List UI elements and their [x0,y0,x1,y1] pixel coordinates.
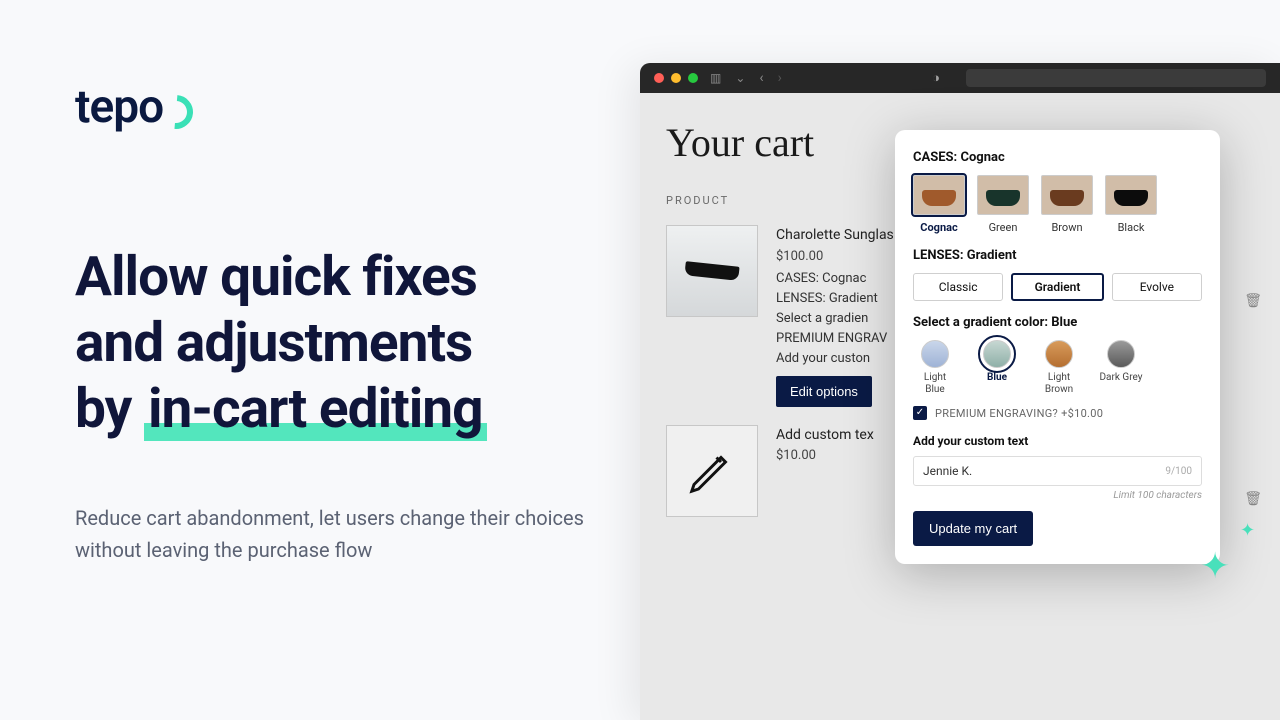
checkbox-checked-icon[interactable] [913,406,927,420]
swatch-label: Brown [1051,221,1082,234]
sidebar-toggle-icon[interactable]: ▥ [710,71,721,85]
swatch-label: Cognac [920,221,957,234]
traffic-lights [654,73,698,83]
product-name: Add custom tex [776,425,874,447]
product-option: PREMIUM ENGRAV [776,329,894,349]
cases-label: CASES: Cognac [913,150,1202,165]
color-label: Light Brown [1037,372,1081,396]
headline: Allow quick fixes and adjustments by in-… [75,244,585,442]
maximize-window-icon[interactable] [688,73,698,83]
case-option-cognac[interactable]: Cognac [913,175,965,234]
gradient-color-light-brown[interactable]: Light Brown [1037,340,1081,396]
product-price: $100.00 [776,247,894,267]
gradient-colors: Light Blue Blue Light Brown Dark Grey [913,340,1202,396]
product-option: CASES: Cognac [776,269,894,289]
toolbar-icons: ▥ ⌄ ‹ › [710,70,782,86]
product-thumbnail [666,425,758,517]
minimize-window-icon[interactable] [671,73,681,83]
custom-text-input[interactable]: Jennie K. 9/100 [913,456,1202,486]
swatch-label: Black [1118,221,1145,234]
headline-line2: and adjustments [75,311,472,375]
char-count: 9/100 [1165,466,1192,477]
edit-options-popover: CASES: Cognac Cognac Green Brown Black L… [895,130,1220,564]
lens-option-evolve[interactable]: Evolve [1112,273,1202,301]
delete-icon[interactable]: 🗑 [1244,491,1262,507]
forward-icon[interactable]: › [778,70,782,86]
lens-options: Classic Gradient Evolve [913,273,1202,301]
swatch-label: Green [989,221,1018,234]
back-icon[interactable]: ‹ [759,70,763,86]
lenses-label: LENSES: Gradient [913,248,1202,263]
close-window-icon[interactable] [654,73,664,83]
custom-text-label: Add your custom text [913,434,1202,448]
product-option: Add your custon [776,349,894,369]
logo: tepo [75,80,585,134]
update-cart-button[interactable]: Update my cart [913,511,1033,546]
case-swatches: Cognac Green Brown Black [913,175,1202,234]
color-label: Dark Grey [1099,372,1143,384]
headline-highlight: in-cart editing [144,377,487,441]
gradient-color-dark-grey[interactable]: Dark Grey [1099,340,1143,396]
delete-icon[interactable]: 🗑 [1244,293,1262,309]
gradient-color-blue[interactable]: Blue [975,340,1019,396]
lens-option-gradient[interactable]: Gradient [1011,273,1103,301]
color-label: Light Blue [913,372,957,396]
gradient-label: Select a gradient color: Blue [913,315,1202,330]
product-option: LENSES: Gradient [776,289,894,309]
dropdown-icon[interactable]: ⌄ [735,71,745,85]
engraving-checkbox-row[interactable]: PREMIUM ENGRAVING? +$10.00 [913,406,1202,420]
product-price: $10.00 [776,446,874,466]
product-option: Select a gradien [776,309,894,329]
product-name: Charolette Sunglas [776,225,894,247]
case-option-black[interactable]: Black [1105,175,1157,234]
gradient-color-light-blue[interactable]: Light Blue [913,340,957,396]
headline-line1: Allow quick fixes [75,245,477,309]
product-thumbnail [666,225,758,317]
subheadline: Reduce cart abandonment, let users chang… [75,502,585,566]
url-bar[interactable] [966,69,1266,87]
lens-option-classic[interactable]: Classic [913,273,1003,301]
browser-toolbar: ▥ ⌄ ‹ › ◑ [640,63,1280,93]
logo-text: tepo [75,80,163,134]
edit-options-button[interactable]: Edit options [776,376,872,407]
engraving-label: PREMIUM ENGRAVING? +$10.00 [935,407,1103,420]
sparkle-icon: ✦ [1240,520,1255,541]
headline-line3-prefix: by [75,377,144,441]
sparkle-icon: ✦ [1200,545,1230,587]
custom-text-value: Jennie K. [923,464,972,478]
char-limit-hint: Limit 100 characters [913,490,1202,501]
privacy-shield-icon[interactable]: ◑ [932,70,940,86]
case-option-green[interactable]: Green [977,175,1029,234]
color-label: Blue [975,372,1019,384]
case-option-brown[interactable]: Brown [1041,175,1093,234]
